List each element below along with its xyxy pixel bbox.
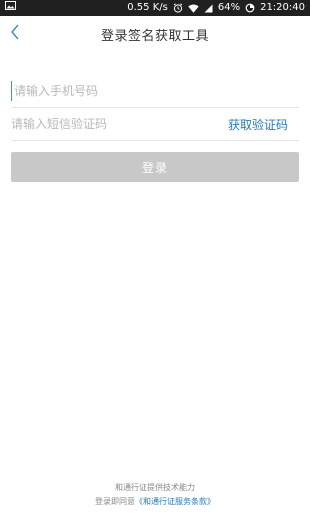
back-button[interactable] xyxy=(4,22,26,46)
page-title: 登录签名获取工具 xyxy=(100,28,209,44)
agreement-prefix: 登录即同意 xyxy=(95,497,135,506)
status-bar: 0.55 K/s 64% 21:20:40 xyxy=(0,0,310,16)
phone-row xyxy=(11,75,299,108)
wifi-icon xyxy=(188,4,199,13)
network-speed: 0.55 K/s xyxy=(127,2,168,13)
battery-level: 64% xyxy=(217,2,241,13)
image-icon xyxy=(5,0,16,16)
clock: 21:20:40 xyxy=(260,2,305,13)
get-code-button[interactable]: 获取验证码 xyxy=(228,116,288,133)
status-left xyxy=(5,0,16,16)
agreement-line: 登录即同意《和通行证服务条款》 xyxy=(0,496,310,507)
chevron-left-icon xyxy=(10,24,20,44)
alarm-icon xyxy=(173,3,183,13)
sms-code-row: 获取验证码 xyxy=(11,108,299,141)
login-button[interactable]: 登录 xyxy=(11,152,299,182)
signal-icon xyxy=(204,4,213,13)
terms-link[interactable]: 《和通行证服务条款》 xyxy=(135,497,215,506)
header: 登录签名获取工具 xyxy=(0,16,310,52)
sms-code-input[interactable] xyxy=(11,114,201,134)
provider-text: 和通行证提供技术能力 xyxy=(115,483,195,492)
data-saver-icon xyxy=(245,3,255,13)
phone-input[interactable] xyxy=(11,81,284,101)
status-right: 0.55 K/s 64% 21:20:40 xyxy=(127,0,305,16)
